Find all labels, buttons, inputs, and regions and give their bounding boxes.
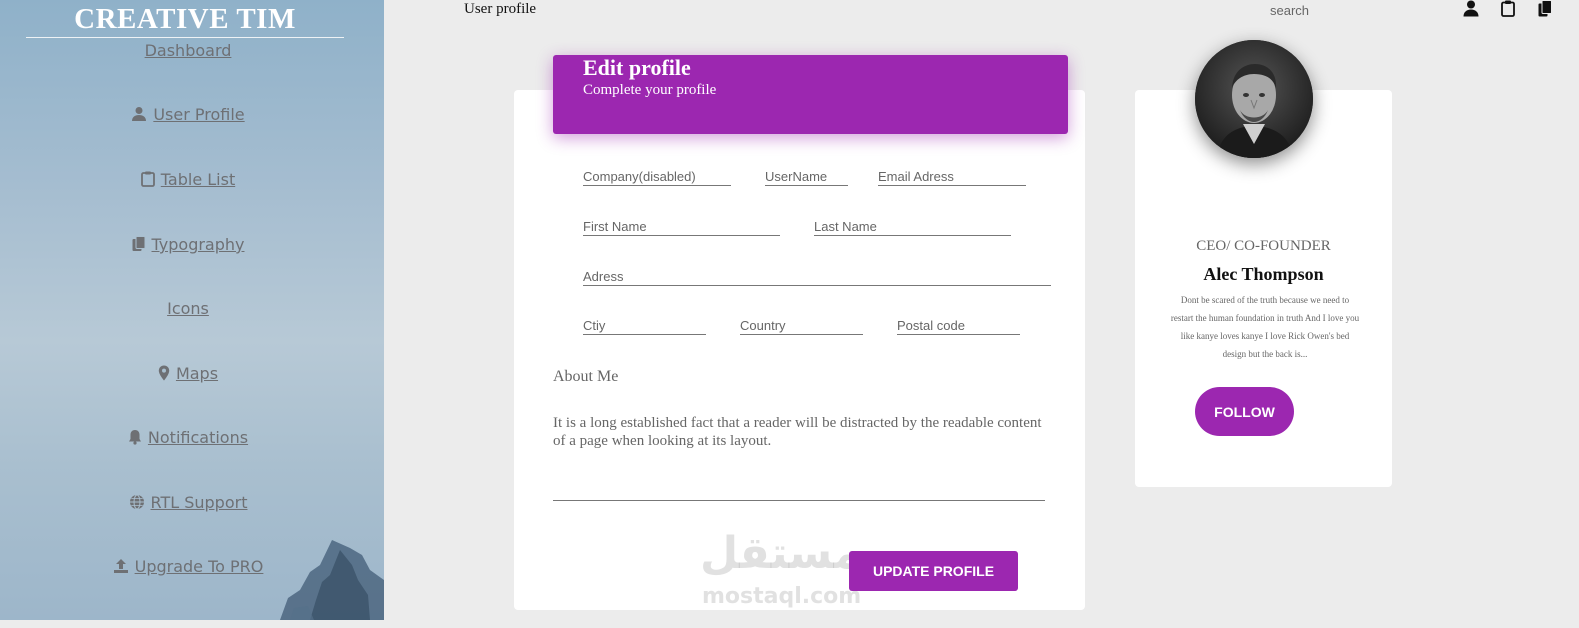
sidebar-item-rtl-support[interactable]: RTL Support [0, 492, 376, 514]
globe-icon [129, 494, 145, 510]
copy-icon[interactable] [1538, 0, 1554, 18]
map-pin-icon [158, 365, 170, 381]
user-icon[interactable] [1463, 0, 1479, 18]
profile-bio: Dont be scared of the truth because we n… [1170, 295, 1360, 359]
copy-icon [132, 236, 146, 252]
brand-divider [26, 37, 344, 38]
address-field[interactable] [583, 267, 1051, 286]
sidebar-item-typography[interactable]: Typography [0, 234, 376, 256]
user-icon [131, 106, 147, 122]
upload-icon [113, 558, 129, 574]
sidebar-item-label: Upgrade To PRO [134, 557, 264, 576]
last-name-field[interactable] [814, 217, 1011, 236]
about-me-label: About Me [553, 368, 619, 385]
edit-profile-title: Edit profile [583, 55, 691, 80]
sidebar-item-user-profile[interactable]: User Profile [0, 104, 376, 126]
sidebar-item-notifications[interactable]: Notifications [0, 427, 376, 449]
country-field[interactable] [740, 316, 863, 335]
profile-role: CEO/ CO-FOUNDER [1196, 238, 1331, 254]
email-field[interactable] [878, 167, 1026, 186]
edit-profile-subtitle: Complete your profile [583, 82, 717, 98]
watermark-arabic: مستقل [700, 528, 861, 579]
sidebar-item-label: RTL Support [150, 493, 248, 512]
username-field[interactable] [765, 167, 848, 186]
edit-profile-header: Edit profile Complete your profile [553, 55, 1068, 134]
sidebar-item-label: Notifications [147, 428, 249, 447]
sidebar-item-dashboard[interactable]: Dashboard [0, 40, 376, 62]
sidebar: CREATIVE TIM Dashboard User Profile Tabl… [0, 0, 384, 620]
bell-icon [128, 429, 142, 445]
sidebar-item-label: Maps [175, 364, 219, 383]
follow-button[interactable]: FOLLOW [1195, 387, 1294, 436]
profile-name: Alec Thompson [1203, 264, 1324, 284]
city-field[interactable] [583, 316, 706, 335]
postal-code-field[interactable] [897, 316, 1020, 335]
sidebar-item-label: Table List [160, 170, 236, 189]
first-name-field[interactable] [583, 217, 780, 236]
brand-logo[interactable]: CREATIVE TIM [26, 2, 344, 36]
sidebar-item-label: Icons [167, 299, 209, 318]
avatar [1195, 40, 1313, 158]
tree-decoration [280, 540, 384, 620]
watermark-latin: mostaql.com [702, 584, 862, 609]
sidebar-item-label: Typography [151, 235, 245, 254]
sidebar-item-label: Dashboard [144, 41, 232, 60]
sidebar-item-table-list[interactable]: Table List [0, 169, 376, 191]
sidebar-item-label: User Profile [153, 105, 245, 124]
update-profile-button[interactable]: UPDATE PROFILE [849, 551, 1018, 591]
page-title: User profile [464, 1, 537, 17]
sidebar-item-icons[interactable]: Icons [0, 298, 376, 320]
clipboard-icon[interactable] [1501, 0, 1517, 18]
company-field [583, 167, 731, 186]
about-me-textarea[interactable]: It is a long established fact that a rea… [553, 414, 1045, 501]
sidebar-item-maps[interactable]: Maps [0, 363, 376, 385]
search-input[interactable] [1262, 1, 1398, 19]
clipboard-icon [140, 171, 155, 187]
